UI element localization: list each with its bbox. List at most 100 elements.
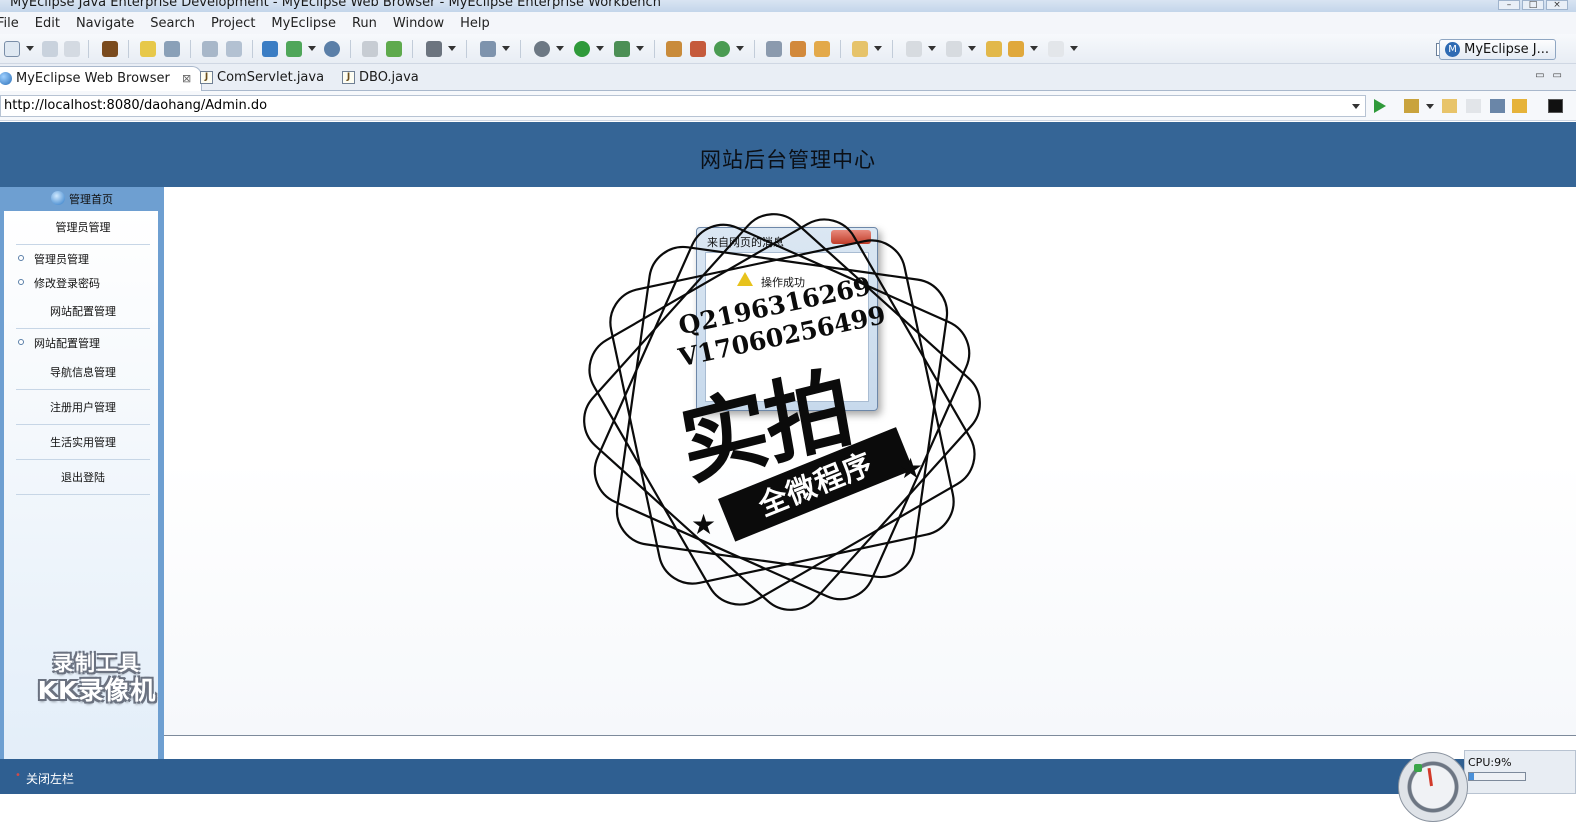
next-annotation-dropdown-icon[interactable] bbox=[928, 46, 936, 51]
menu-search[interactable]: Search bbox=[142, 16, 203, 31]
sidebar-item-site-config[interactable]: 网站配置管理 bbox=[18, 335, 100, 351]
sidebar-item-label: 网站配置管理 bbox=[34, 337, 100, 350]
search-wizard-icon[interactable] bbox=[226, 41, 242, 57]
dialog-message: 操作成功 bbox=[761, 276, 805, 289]
favorites-dropdown-icon[interactable] bbox=[1426, 104, 1434, 109]
save-icon[interactable] bbox=[42, 41, 58, 57]
hierarchy-icon[interactable] bbox=[690, 41, 706, 57]
cpu-gauge-icon bbox=[1398, 752, 1468, 822]
close-icon[interactable]: × bbox=[1546, 0, 1568, 10]
site-title: 网站后台管理中心 bbox=[700, 148, 876, 172]
menu-myeclipse[interactable]: MyEclipse bbox=[263, 16, 344, 31]
screenshot-dropdown-icon[interactable] bbox=[448, 46, 456, 51]
alert-dialog: 来自网页的消息 操作成功 bbox=[696, 227, 878, 411]
favorites-icon[interactable] bbox=[1404, 99, 1419, 113]
refresh-dropdown-icon[interactable] bbox=[736, 46, 744, 51]
minimize-icon[interactable]: – bbox=[1498, 0, 1520, 10]
new-server-dropdown-icon[interactable] bbox=[502, 46, 510, 51]
open-folder-icon[interactable] bbox=[766, 41, 782, 57]
sidebar-section-life[interactable]: 生活实用管理 bbox=[16, 426, 150, 460]
new-server-icon[interactable] bbox=[480, 41, 496, 57]
refresh-icon[interactable] bbox=[714, 41, 730, 57]
external-tools-icon[interactable] bbox=[614, 41, 630, 57]
browser-back-icon[interactable] bbox=[1442, 99, 1457, 113]
run-server-icon[interactable] bbox=[286, 41, 302, 57]
sidebar-section-users[interactable]: 注册用户管理 bbox=[16, 391, 150, 425]
package-icon[interactable] bbox=[102, 41, 118, 57]
add-icon[interactable] bbox=[386, 41, 402, 57]
perspective-button[interactable]: M MyEclipse J... bbox=[1439, 39, 1556, 60]
sidebar-item-change-password[interactable]: 修改登录密码 bbox=[18, 275, 100, 291]
browser-forward-icon[interactable] bbox=[1466, 99, 1481, 113]
sidebar-item-admin-manage[interactable]: 管理员管理 bbox=[18, 251, 89, 267]
next-annotation-icon[interactable] bbox=[906, 41, 922, 57]
close-tab-icon[interactable]: ⊠ bbox=[182, 67, 191, 91]
menu-file[interactable]: File bbox=[0, 16, 27, 31]
url-input[interactable]: http://localhost:8080/daohang/Admin.do bbox=[0, 95, 1366, 117]
forward-icon[interactable] bbox=[1048, 41, 1064, 57]
run-dropdown-icon[interactable] bbox=[596, 46, 604, 51]
tab-web-browser[interactable]: MyEclipse Web Browser ⊠ bbox=[0, 66, 203, 91]
tab-label: DBO.java bbox=[359, 70, 419, 85]
browser-stop-icon[interactable] bbox=[1490, 99, 1505, 113]
maximize-icon[interactable]: □ bbox=[1522, 0, 1544, 10]
back-icon[interactable] bbox=[1008, 41, 1024, 57]
open-project-dropdown-icon[interactable] bbox=[874, 46, 882, 51]
toolbar-separator bbox=[412, 40, 413, 58]
content-divider bbox=[164, 735, 1576, 736]
dialog-close-icon[interactable] bbox=[831, 230, 871, 244]
server-icon[interactable] bbox=[164, 41, 180, 57]
sidebar-logout[interactable]: 退出登陆 bbox=[16, 461, 150, 495]
run-icon[interactable] bbox=[574, 41, 590, 57]
wizard-icon[interactable] bbox=[202, 41, 218, 57]
close-sidebar-link[interactable]: 关闭左栏 bbox=[15, 770, 74, 787]
forward-dropdown-icon[interactable] bbox=[1070, 46, 1078, 51]
open-resource-icon[interactable] bbox=[814, 41, 830, 57]
menu-edit[interactable]: Edit bbox=[27, 16, 68, 31]
browser-view-icon[interactable] bbox=[1548, 99, 1563, 113]
menu-help[interactable]: Help bbox=[452, 16, 498, 31]
menu-window[interactable]: Window bbox=[385, 16, 452, 31]
menu-run[interactable]: Run bbox=[344, 16, 385, 31]
deploy-project-icon[interactable] bbox=[262, 41, 278, 57]
debug-dropdown-icon[interactable] bbox=[556, 46, 564, 51]
sidebar-home[interactable]: 管理首页 bbox=[4, 187, 160, 211]
print-icon[interactable] bbox=[64, 41, 80, 57]
previous-annotation-icon[interactable] bbox=[946, 41, 962, 57]
cpu-usage-fill bbox=[1469, 773, 1475, 780]
web-browser-icon[interactable] bbox=[324, 41, 340, 57]
toolbar-separator bbox=[840, 40, 841, 58]
launch-icon[interactable] bbox=[790, 41, 806, 57]
tab-comservlet-java[interactable]: J ComServlet.java bbox=[196, 66, 334, 91]
toolbar-separator bbox=[252, 40, 253, 58]
deploy-icon[interactable] bbox=[140, 41, 156, 57]
tab-dbo-java[interactable]: J DBO.java bbox=[338, 66, 429, 91]
sidebar-section-admin[interactable]: 管理员管理 bbox=[16, 211, 150, 245]
view-controls[interactable]: ▭▭ bbox=[1535, 70, 1570, 81]
debug-icon[interactable] bbox=[534, 41, 550, 57]
dialog-title: 来自网页的消息 bbox=[707, 236, 784, 249]
url-history-dropdown-icon[interactable] bbox=[1352, 104, 1360, 109]
server-dropdown-icon[interactable] bbox=[308, 46, 316, 51]
open-project-icon[interactable] bbox=[852, 41, 868, 57]
sidebar-menu: 管理员管理 管理员管理 修改登录密码 网站配置管理 网站配置管理 导航信息管理 … bbox=[4, 211, 158, 759]
java-file-icon: J bbox=[200, 71, 213, 84]
sidebar-section-site-config[interactable]: 网站配置管理 bbox=[16, 295, 150, 329]
cut-icon[interactable] bbox=[362, 41, 378, 57]
toolbar-separator bbox=[466, 40, 467, 58]
new-dropdown-icon[interactable] bbox=[26, 46, 34, 51]
menu-project[interactable]: Project bbox=[203, 16, 263, 31]
back-dropdown-icon[interactable] bbox=[1030, 46, 1038, 51]
last-edit-icon[interactable] bbox=[986, 41, 1002, 57]
screenshot-icon[interactable] bbox=[426, 41, 442, 57]
sidebar-section-nav-info[interactable]: 导航信息管理 bbox=[16, 356, 150, 390]
toolbar-separator bbox=[350, 40, 351, 58]
browser-refresh-icon[interactable] bbox=[1512, 99, 1527, 113]
open-type-icon[interactable] bbox=[666, 41, 682, 57]
external-tools-dropdown-icon[interactable] bbox=[636, 46, 644, 51]
home-globe-icon bbox=[51, 191, 65, 205]
go-icon[interactable] bbox=[1374, 99, 1386, 113]
new-icon[interactable] bbox=[4, 41, 20, 57]
previous-annotation-dropdown-icon[interactable] bbox=[968, 46, 976, 51]
menu-navigate[interactable]: Navigate bbox=[68, 16, 142, 31]
